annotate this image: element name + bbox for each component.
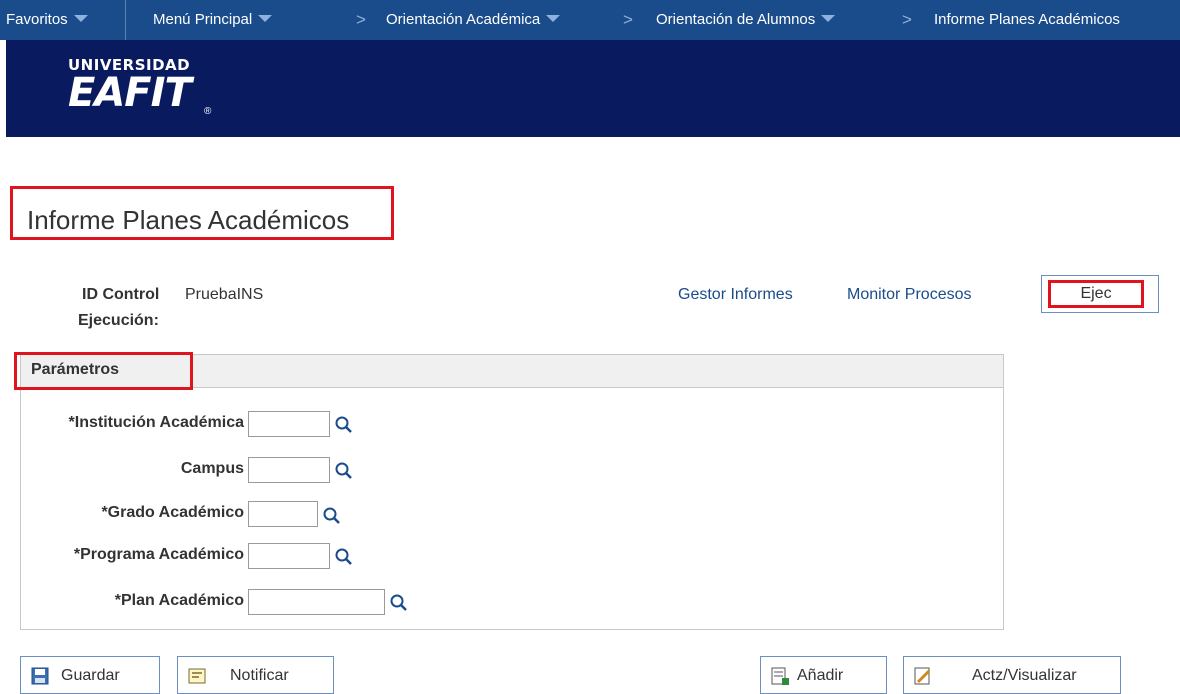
breadcrumb-orientacion-academica[interactable]: Orientación Académica (386, 11, 561, 28)
chevron-down-icon (258, 15, 273, 22)
save-button[interactable]: Guardar (20, 656, 160, 694)
report-manager-link[interactable]: Gestor Informes (678, 286, 793, 304)
notify-button-label: Notificar (230, 667, 289, 684)
breadcrumb-label: Informe Planes Académicos (934, 11, 1120, 28)
add-icon (771, 667, 789, 685)
breadcrumb-separator: > (902, 10, 912, 29)
add-button[interactable]: Añadir (760, 656, 887, 694)
run-control-value: PruebaINS (185, 286, 264, 303)
update-display-button-label: Actz/Visualizar (972, 667, 1077, 684)
breadcrumb-label: Orientación Académica (386, 11, 541, 28)
nav-main-menu[interactable]: Menú Principal (153, 11, 273, 28)
chevron-down-icon (546, 15, 561, 22)
field-label-programa: *Programa Académico (73, 546, 244, 563)
add-button-label: Añadir (797, 667, 844, 684)
notify-icon (188, 668, 206, 684)
run-button[interactable]: Ejec (1041, 275, 1159, 313)
logo-registered-mark: ® (204, 106, 212, 117)
lookup-icon[interactable] (334, 461, 354, 481)
university-banner: UNIVERSIDAD EAFIT ® (6, 40, 1180, 137)
campus-input[interactable] (248, 457, 330, 483)
lookup-icon[interactable] (334, 415, 354, 435)
lookup-icon[interactable] (334, 547, 354, 567)
chevron-down-icon (73, 15, 88, 22)
field-label-institucion: *Institución Académica (68, 414, 244, 431)
nav-divider (125, 0, 126, 40)
parameters-title: Parámetros (31, 361, 120, 378)
breadcrumb-label: Orientación de Alumnos (656, 11, 816, 28)
save-button-label: Guardar (61, 667, 120, 684)
nav-favorites-label: Favoritos (6, 11, 68, 28)
nav-main-menu-label: Menú Principal (153, 11, 253, 28)
run-control-label-line2: Ejecución: (78, 312, 159, 329)
nav-favorites[interactable]: Favoritos (6, 11, 88, 28)
save-icon (31, 667, 49, 685)
update-icon (914, 667, 931, 685)
breadcrumb-separator: > (623, 10, 633, 29)
institucion-input[interactable] (248, 411, 330, 437)
run-button-label: Ejec (1048, 280, 1144, 308)
chevron-down-icon (821, 15, 836, 22)
field-label-plan: *Plan Académico (114, 592, 244, 609)
breadcrumb-informe-planes[interactable]: Informe Planes Académicos (934, 11, 1120, 28)
logo-eafit: EAFIT (68, 70, 192, 116)
field-label-grado: *Grado Académico (101, 504, 244, 521)
grado-input[interactable] (248, 501, 318, 527)
notify-button[interactable]: Notificar (177, 656, 334, 694)
programa-input[interactable] (248, 543, 330, 569)
lookup-icon[interactable] (389, 593, 409, 613)
breadcrumb-separator: > (356, 10, 366, 29)
page-title: Informe Planes Académicos (27, 205, 350, 235)
parameters-panel: Parámetros *Institución Académica Campus… (14, 352, 1004, 630)
plan-input[interactable] (248, 589, 385, 615)
breadcrumb-orientacion-alumnos[interactable]: Orientación de Alumnos (656, 11, 836, 28)
lookup-icon[interactable] (322, 506, 342, 526)
run-control-label-line1: ID Control (82, 286, 160, 303)
field-label-campus: Campus (180, 460, 244, 477)
parameters-header: Parámetros (14, 352, 1003, 390)
process-monitor-link[interactable]: Monitor Procesos (847, 286, 972, 304)
update-display-button[interactable]: Actz/Visualizar (903, 656, 1121, 694)
top-nav-bar: Favoritos Menú Principal > Orientación A… (0, 0, 1180, 40)
